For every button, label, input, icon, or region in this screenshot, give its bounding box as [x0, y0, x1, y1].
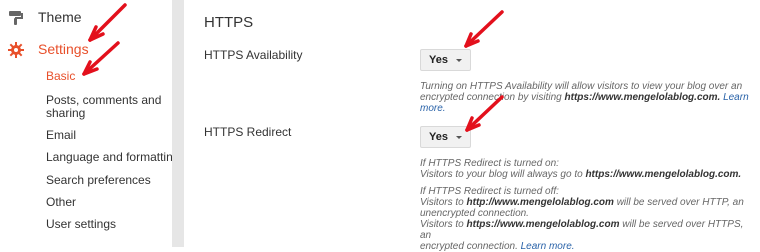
chevron-down-icon — [455, 135, 462, 139]
help-text: encrypted connection by visiting — [420, 92, 565, 103]
sidebar-item-theme[interactable]: Theme — [0, 6, 172, 30]
help-line: If HTTPS Redirect is turned off: — [420, 186, 559, 197]
sidebar-subitem-basic[interactable]: Basic — [46, 70, 75, 83]
sidebar-subitem-language[interactable]: Language and formatting — [46, 151, 179, 164]
help-line: unencrypted connection. — [420, 208, 529, 219]
help-url: https://www.mengelolablog.com. — [585, 169, 742, 180]
https-availability-dropdown[interactable]: Yes — [420, 49, 471, 71]
sidebar-item-label: Theme — [38, 9, 82, 25]
section-title: HTTPS — [204, 14, 254, 31]
https-availability-label: HTTPS Availability — [204, 48, 303, 62]
gear-icon — [8, 42, 24, 58]
help-url: http://www.mengelolablog.com — [466, 197, 614, 208]
sidebar-divider — [172, 0, 184, 247]
help-line: If HTTPS Redirect is turned on: — [420, 158, 559, 169]
sidebar-subitem-email[interactable]: Email — [46, 129, 76, 142]
https-redirect-dropdown[interactable]: Yes — [420, 126, 471, 148]
help-line: Turning on HTTPS Availability will allow… — [420, 81, 743, 92]
help-line: Visitors to http://www.mengelolablog.com… — [420, 197, 756, 208]
sidebar-subitem-other[interactable]: Other — [46, 196, 76, 209]
sidebar-item-settings[interactable]: Settings — [0, 38, 172, 62]
https-availability-help: Turning on HTTPS Availability will allow… — [420, 81, 756, 114]
help-text: Visitors to your blog will always go to — [420, 169, 586, 180]
help-text: will be served over HTTP, an — [613, 197, 744, 208]
paint-roller-icon — [8, 10, 24, 26]
help-text: Visitors to — [420, 197, 467, 208]
sidebar: Theme Settings Basic Posts, comments and… — [0, 0, 179, 247]
help-line: Visitors to your blog will always go to … — [420, 169, 756, 180]
https-redirect-label: HTTPS Redirect — [204, 125, 292, 139]
dropdown-value: Yes — [429, 131, 448, 143]
help-line: Visitors to https://www.mengelolablog.co… — [420, 219, 756, 241]
help-line: encrypted connection by visiting https:/… — [420, 92, 756, 114]
https-redirect-off-help: If HTTPS Redirect is turned off: Visitor… — [420, 186, 756, 252]
settings-content: HTTPS HTTPS Availability Yes Turning on … — [184, 0, 760, 252]
sidebar-subitem-search-preferences[interactable]: Search preferences — [46, 174, 151, 187]
sidebar-item-label: Settings — [38, 41, 89, 57]
sidebar-subitem-sharing[interactable]: sharing — [46, 107, 85, 120]
help-text: Visitors to — [420, 219, 467, 230]
help-url: https://www.mengelolablog.com. — [564, 92, 721, 103]
https-redirect-on-help: If HTTPS Redirect is turned on: Visitors… — [420, 158, 756, 180]
dropdown-value: Yes — [429, 54, 448, 66]
chevron-down-icon — [455, 58, 462, 62]
sidebar-subitem-user-settings[interactable]: User settings — [46, 218, 116, 231]
help-url: https://www.mengelolablog.com — [466, 219, 620, 230]
